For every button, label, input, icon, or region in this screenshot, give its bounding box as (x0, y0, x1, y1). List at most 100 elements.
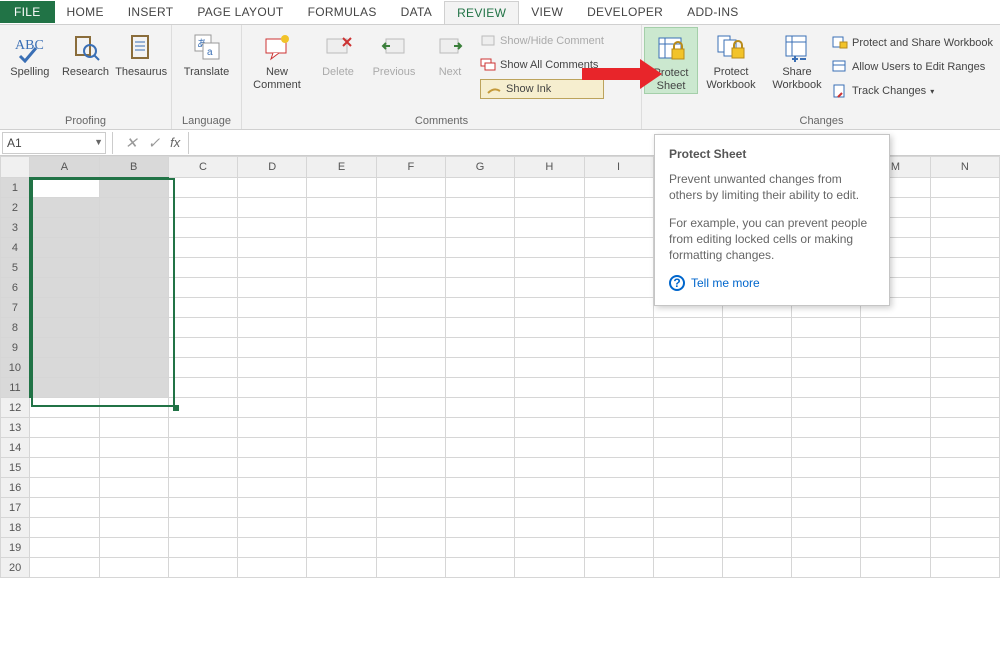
cell-D2[interactable] (238, 198, 307, 218)
row-header-5[interactable]: 5 (1, 258, 30, 278)
cell-H11[interactable] (515, 378, 584, 398)
cell-N3[interactable] (930, 218, 999, 238)
cell-B15[interactable] (99, 458, 168, 478)
cell-L12[interactable] (792, 398, 861, 418)
cell-I15[interactable] (584, 458, 653, 478)
cell-J9[interactable] (653, 338, 722, 358)
cell-C19[interactable] (168, 538, 237, 558)
show-all-comments-button[interactable]: Show All Comments (480, 55, 604, 75)
cell-N19[interactable] (930, 538, 999, 558)
row-header-9[interactable]: 9 (1, 338, 30, 358)
cell-K8[interactable] (722, 318, 791, 338)
column-header-D[interactable]: D (238, 157, 307, 178)
cell-F19[interactable] (376, 538, 445, 558)
cell-H8[interactable] (515, 318, 584, 338)
cell-I17[interactable] (584, 498, 653, 518)
cell-C13[interactable] (168, 418, 237, 438)
cell-J14[interactable] (653, 438, 722, 458)
cell-B14[interactable] (99, 438, 168, 458)
cell-B13[interactable] (99, 418, 168, 438)
cell-I2[interactable] (584, 198, 653, 218)
cell-H5[interactable] (515, 258, 584, 278)
cell-N2[interactable] (930, 198, 999, 218)
cell-B1[interactable] (99, 178, 168, 198)
cell-E15[interactable] (307, 458, 376, 478)
cell-C4[interactable] (168, 238, 237, 258)
cell-I10[interactable] (584, 358, 653, 378)
cell-B5[interactable] (99, 258, 168, 278)
cell-I11[interactable] (584, 378, 653, 398)
research-button[interactable]: Research (58, 27, 114, 79)
cell-F15[interactable] (376, 458, 445, 478)
cell-I16[interactable] (584, 478, 653, 498)
cell-D16[interactable] (238, 478, 307, 498)
cell-F17[interactable] (376, 498, 445, 518)
cell-D12[interactable] (238, 398, 307, 418)
row-header-15[interactable]: 15 (1, 458, 30, 478)
cell-N13[interactable] (930, 418, 999, 438)
tab-add-ins[interactable]: ADD-INS (675, 1, 750, 23)
cell-L20[interactable] (792, 558, 861, 578)
cell-J17[interactable] (653, 498, 722, 518)
cell-K9[interactable] (722, 338, 791, 358)
cell-N12[interactable] (930, 398, 999, 418)
cell-A20[interactable] (30, 558, 99, 578)
cell-L11[interactable] (792, 378, 861, 398)
cell-N11[interactable] (930, 378, 999, 398)
cell-G13[interactable] (445, 418, 514, 438)
cell-F1[interactable] (376, 178, 445, 198)
cell-I6[interactable] (584, 278, 653, 298)
cell-D6[interactable] (238, 278, 307, 298)
cell-N14[interactable] (930, 438, 999, 458)
cell-F5[interactable] (376, 258, 445, 278)
cell-N1[interactable] (930, 178, 999, 198)
show-ink-button[interactable]: Show Ink (480, 79, 604, 99)
name-box-dropdown-icon[interactable]: ▼ (94, 137, 103, 147)
cell-G8[interactable] (445, 318, 514, 338)
cell-J15[interactable] (653, 458, 722, 478)
cell-M8[interactable] (861, 318, 930, 338)
cell-C18[interactable] (168, 518, 237, 538)
cell-A1[interactable] (30, 178, 99, 198)
fx-icon[interactable]: fx (170, 135, 180, 150)
cell-A12[interactable] (30, 398, 99, 418)
cell-H1[interactable] (515, 178, 584, 198)
cell-C20[interactable] (168, 558, 237, 578)
cell-M15[interactable] (861, 458, 930, 478)
cell-A16[interactable] (30, 478, 99, 498)
cell-A14[interactable] (30, 438, 99, 458)
cell-M13[interactable] (861, 418, 930, 438)
cell-I18[interactable] (584, 518, 653, 538)
cell-H4[interactable] (515, 238, 584, 258)
cell-B19[interactable] (99, 538, 168, 558)
cell-C17[interactable] (168, 498, 237, 518)
share-workbook-button[interactable]: Share Workbook (764, 27, 830, 92)
cell-B11[interactable] (99, 378, 168, 398)
cell-N20[interactable] (930, 558, 999, 578)
cell-F2[interactable] (376, 198, 445, 218)
cell-D15[interactable] (238, 458, 307, 478)
cell-A4[interactable] (30, 238, 99, 258)
cell-G18[interactable] (445, 518, 514, 538)
row-header-14[interactable]: 14 (1, 438, 30, 458)
cell-E9[interactable] (307, 338, 376, 358)
cell-F14[interactable] (376, 438, 445, 458)
column-header-I[interactable]: I (584, 157, 653, 178)
cell-B9[interactable] (99, 338, 168, 358)
tab-page-layout[interactable]: PAGE LAYOUT (185, 1, 295, 23)
cell-H10[interactable] (515, 358, 584, 378)
cell-I7[interactable] (584, 298, 653, 318)
cell-D18[interactable] (238, 518, 307, 538)
row-header-11[interactable]: 11 (1, 378, 30, 398)
cell-C9[interactable] (168, 338, 237, 358)
row-header-2[interactable]: 2 (1, 198, 30, 218)
cell-A9[interactable] (30, 338, 99, 358)
new-comment-button[interactable]: New Comment (244, 27, 310, 92)
cell-E8[interactable] (307, 318, 376, 338)
cell-H12[interactable] (515, 398, 584, 418)
cell-D3[interactable] (238, 218, 307, 238)
cell-G1[interactable] (445, 178, 514, 198)
cell-I20[interactable] (584, 558, 653, 578)
cell-N6[interactable] (930, 278, 999, 298)
cell-E11[interactable] (307, 378, 376, 398)
